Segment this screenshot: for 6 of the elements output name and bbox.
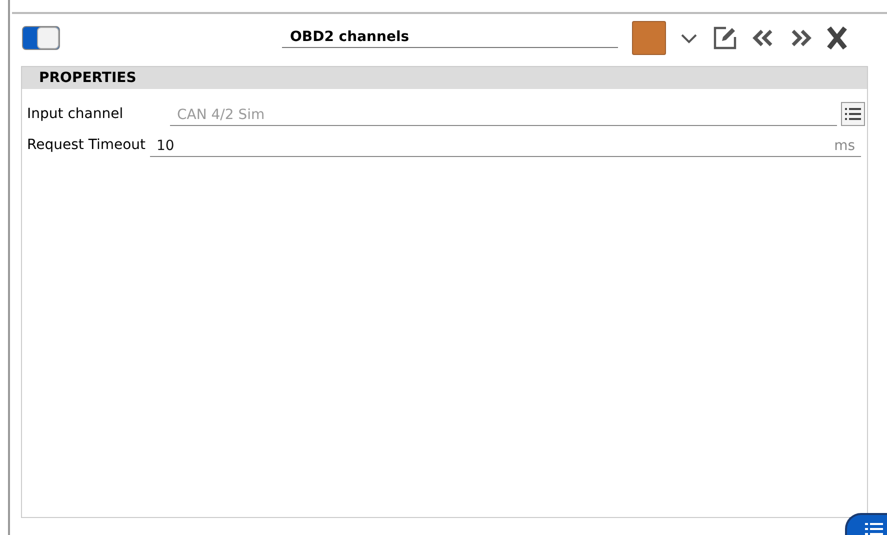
input-field[interactable]: 10 ms: [150, 138, 861, 157]
field-label: Request Timeout: [27, 137, 146, 155]
section-header: PROPERTIES: [22, 67, 867, 89]
field-label: Input channel: [27, 106, 124, 124]
unit-label: ms: [834, 138, 855, 154]
title-field[interactable]: OBD2 channels: [282, 28, 618, 48]
